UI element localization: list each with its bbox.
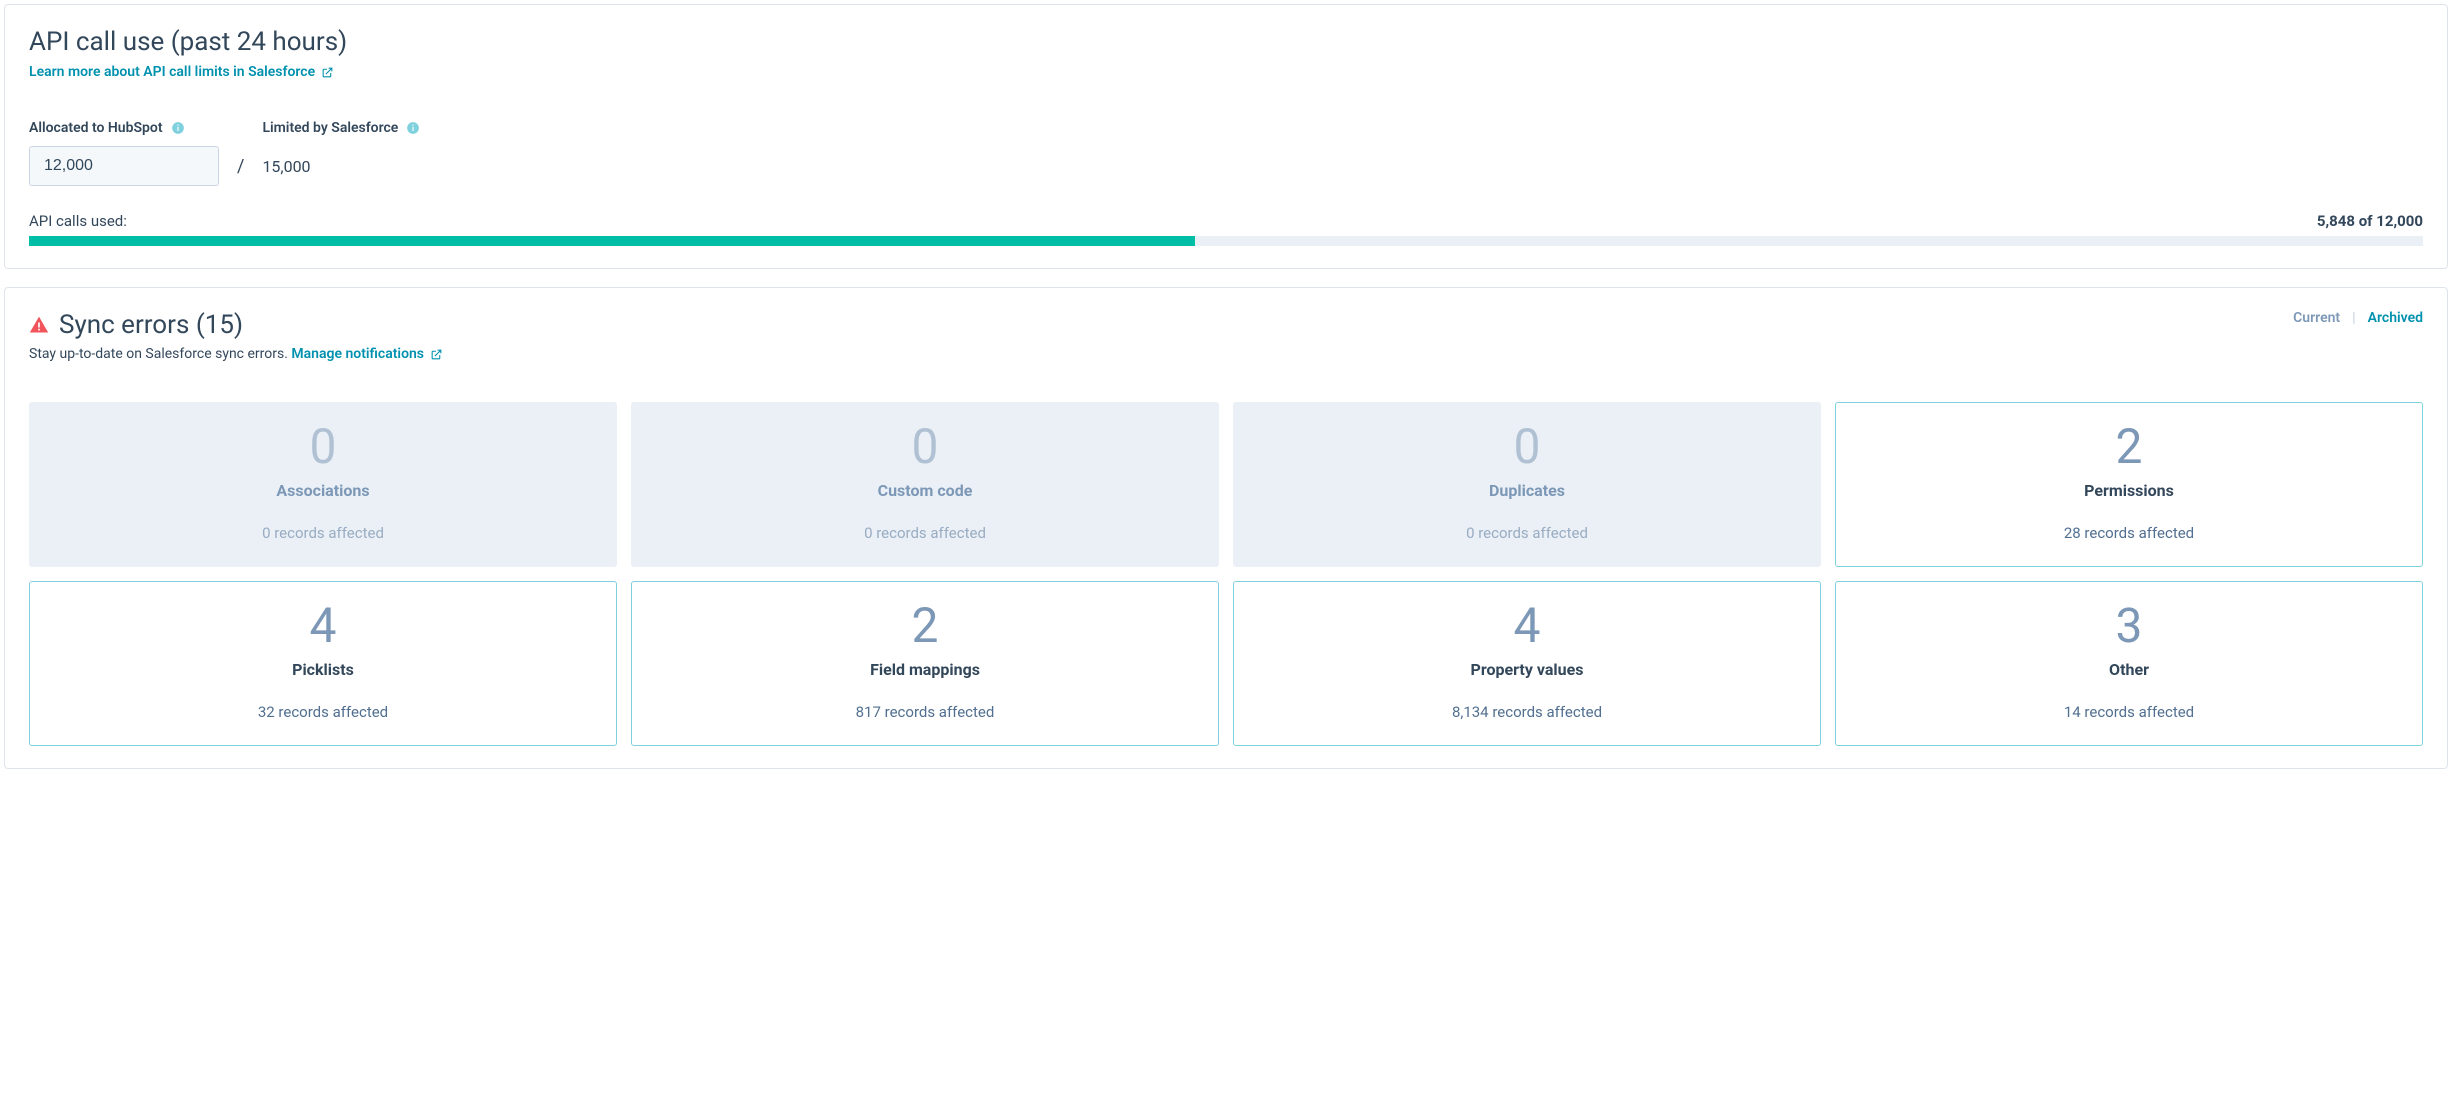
tab-current[interactable]: Current xyxy=(2293,310,2340,326)
error-card-count: 2 xyxy=(1848,423,2410,471)
allocated-label-text: Allocated to HubSpot xyxy=(29,120,163,136)
error-card-label: Permissions xyxy=(1848,481,2410,500)
tab-divider: | xyxy=(2352,310,2356,326)
external-link-icon xyxy=(430,348,443,361)
error-card-label: Custom code xyxy=(644,481,1206,500)
error-cards-grid: 0 Associations 0 records affected 0 Custom c… xyxy=(29,402,2423,746)
error-card-count: 2 xyxy=(644,602,1206,650)
error-card-count: 3 xyxy=(1848,602,2410,650)
info-icon[interactable] xyxy=(406,121,420,135)
learn-more-link[interactable]: Learn more about API call limits in Sale… xyxy=(29,64,334,80)
error-card-custom-code[interactable]: 0 Custom code 0 records affected xyxy=(631,402,1219,567)
error-card-count: 4 xyxy=(1246,602,1808,650)
allocated-field-group: Allocated to HubSpot xyxy=(29,120,219,186)
error-card-label: Field mappings xyxy=(644,660,1206,679)
error-card-affected: 817 records affected xyxy=(644,703,1206,721)
external-link-icon xyxy=(321,66,334,79)
info-icon[interactable] xyxy=(171,121,185,135)
error-card-affected: 32 records affected xyxy=(42,703,604,721)
manage-notifications-link[interactable]: Manage notifications xyxy=(291,346,443,362)
allocated-label: Allocated to HubSpot xyxy=(29,120,219,136)
divider-slash: / xyxy=(237,146,244,186)
sync-header-left: Sync errors (15) Stay up-to-date on Sale… xyxy=(29,310,443,362)
error-card-label: Associations xyxy=(42,481,604,500)
limited-label: Limited by Salesforce xyxy=(262,120,420,136)
error-card-affected: 0 records affected xyxy=(1246,524,1808,542)
limited-field-group: Limited by Salesforce 15,000 xyxy=(262,120,420,186)
error-card-label: Property values xyxy=(1246,660,1808,679)
error-card-picklists[interactable]: 4 Picklists 32 records affected xyxy=(29,581,617,746)
progress-fill xyxy=(29,236,1195,246)
sync-subtitle-text: Stay up-to-date on Salesforce sync error… xyxy=(29,346,291,362)
learn-more-text: Learn more about API call limits in Sale… xyxy=(29,64,315,80)
error-card-count: 0 xyxy=(42,423,604,471)
sync-title: Sync errors (15) xyxy=(59,310,243,340)
error-card-label: Duplicates xyxy=(1246,481,1808,500)
calls-used-label: API calls used: xyxy=(29,212,127,230)
tab-archived[interactable]: Archived xyxy=(2368,310,2423,326)
error-card-affected: 0 records affected xyxy=(42,524,604,542)
usage-row: API calls used: 5,848 of 12,000 xyxy=(29,212,2423,230)
error-card-count: 4 xyxy=(42,602,604,650)
allocation-row: Allocated to HubSpot / Limited by Salesf… xyxy=(29,120,2423,186)
error-card-count: 0 xyxy=(1246,423,1808,471)
error-card-permissions[interactable]: 2 Permissions 28 records affected xyxy=(1835,402,2423,567)
error-card-affected: 0 records affected xyxy=(644,524,1206,542)
error-card-count: 0 xyxy=(644,423,1206,471)
limited-value: 15,000 xyxy=(262,146,420,186)
progress-bar xyxy=(29,236,2423,246)
error-card-affected: 28 records affected xyxy=(1848,524,2410,542)
sync-header: Sync errors (15) Stay up-to-date on Sale… xyxy=(29,310,2423,362)
error-card-associations[interactable]: 0 Associations 0 records affected xyxy=(29,402,617,567)
allocated-input[interactable] xyxy=(29,146,219,186)
sync-title-row: Sync errors (15) xyxy=(29,310,443,340)
limited-label-text: Limited by Salesforce xyxy=(262,120,398,136)
sync-subtitle: Stay up-to-date on Salesforce sync error… xyxy=(29,346,443,362)
api-panel-title: API call use (past 24 hours) xyxy=(29,27,2423,57)
error-card-affected: 14 records affected xyxy=(1848,703,2410,721)
manage-notifications-text: Manage notifications xyxy=(291,346,424,362)
error-card-label: Other xyxy=(1848,660,2410,679)
sync-tabs: Current | Archived xyxy=(2293,310,2423,326)
alert-triangle-icon xyxy=(29,315,49,335)
api-call-panel: API call use (past 24 hours) Learn more … xyxy=(4,4,2448,269)
error-card-other[interactable]: 3 Other 14 records affected xyxy=(1835,581,2423,746)
error-card-duplicates[interactable]: 0 Duplicates 0 records affected xyxy=(1233,402,1821,567)
calls-used-value: 5,848 of 12,000 xyxy=(2317,212,2423,230)
error-card-field-mappings[interactable]: 2 Field mappings 817 records affected xyxy=(631,581,1219,746)
sync-errors-panel: Sync errors (15) Stay up-to-date on Sale… xyxy=(4,287,2448,769)
error-card-affected: 8,134 records affected xyxy=(1246,703,1808,721)
error-card-label: Picklists xyxy=(42,660,604,679)
error-card-property-values[interactable]: 4 Property values 8,134 records affected xyxy=(1233,581,1821,746)
